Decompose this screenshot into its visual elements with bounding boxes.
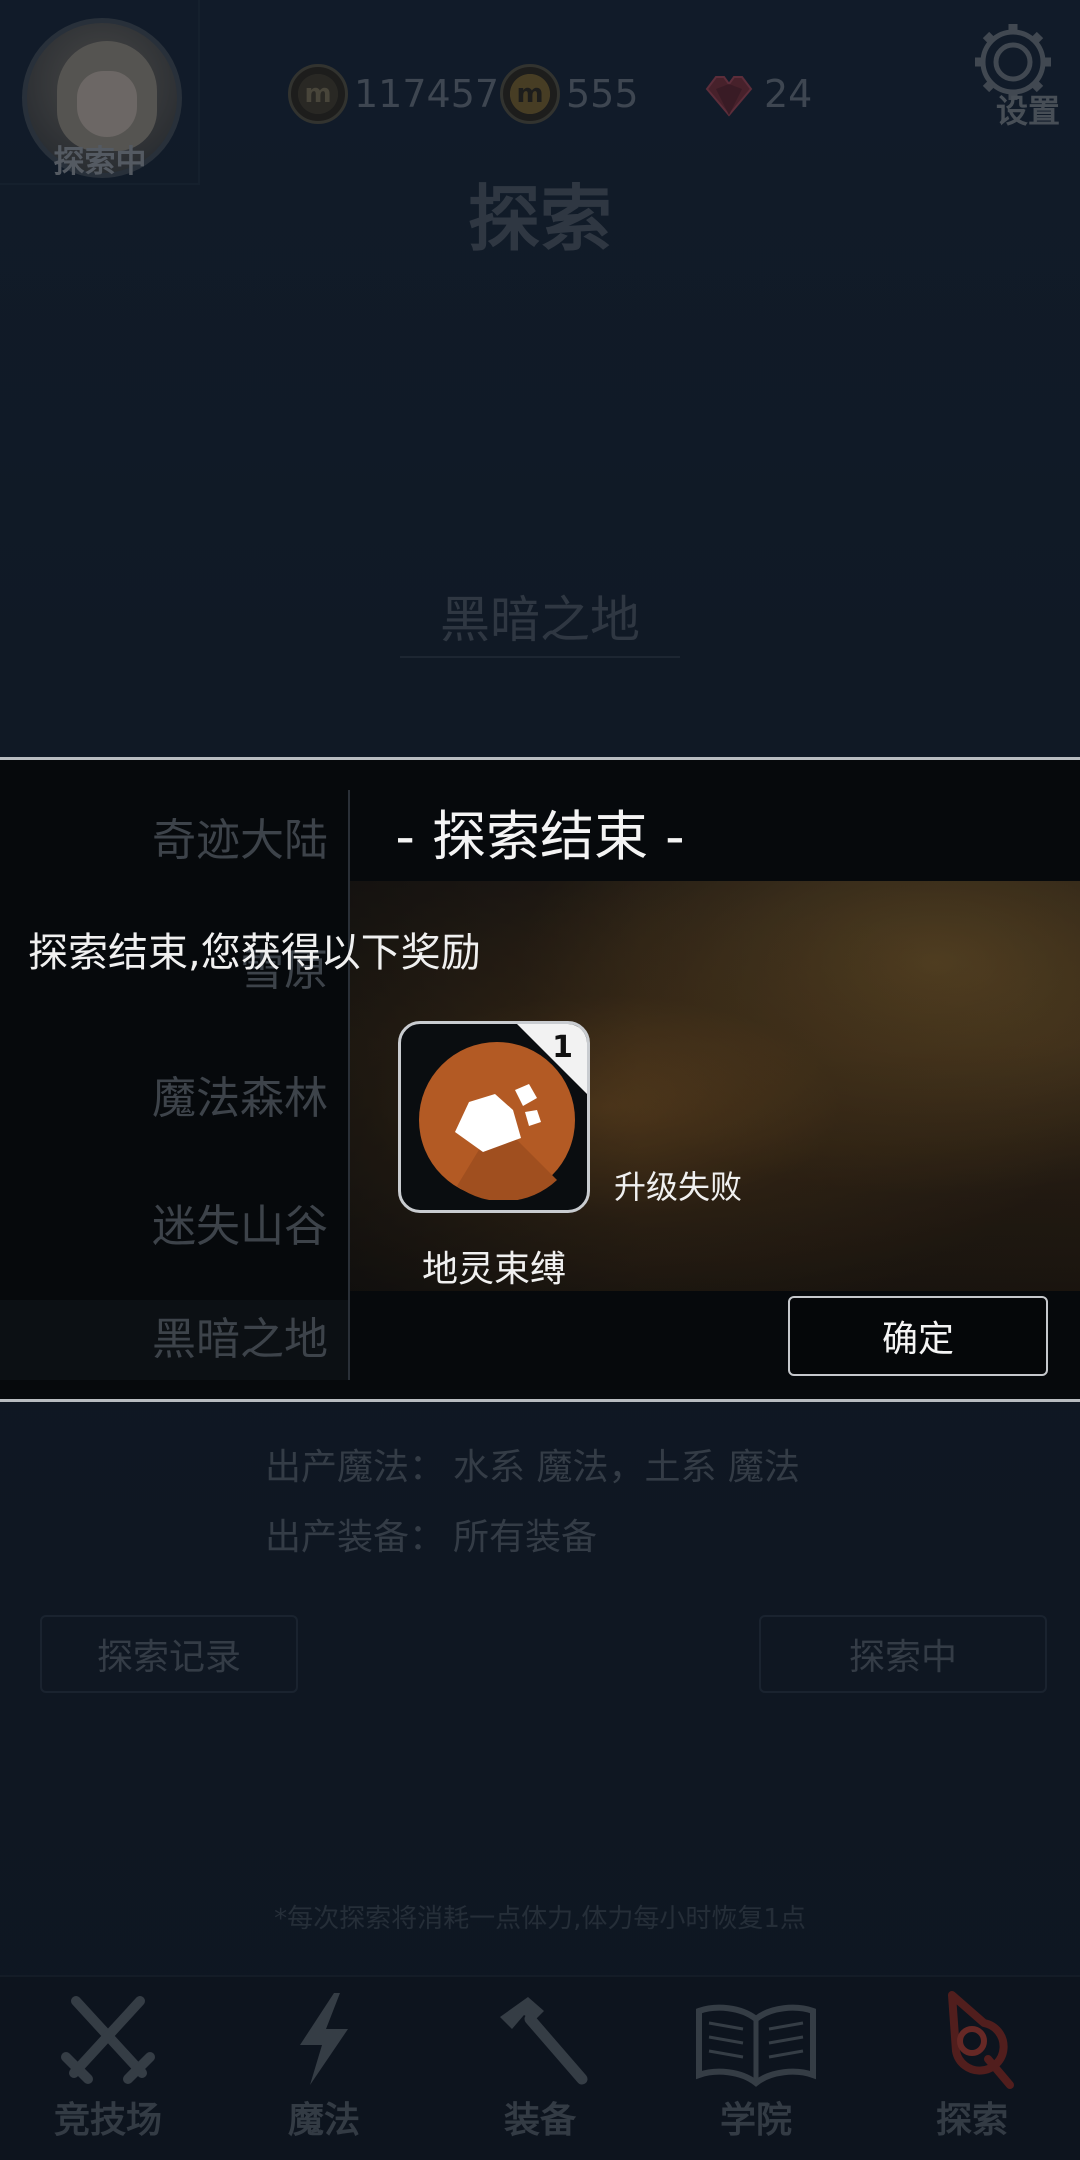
reward-item-card[interactable]: 1 [398, 1021, 590, 1213]
dialog-message: 探索结束,您获得以下奖励 [28, 930, 481, 976]
region-list-item: 迷失山谷 [152, 1201, 328, 1252]
reward-count-badge: 1 [552, 1030, 573, 1065]
reward-status-text: 升级失败 [614, 1168, 743, 1206]
dialog-title: - 探索结束 - [395, 805, 685, 868]
reward-item-name: 地灵束缚 [421, 1249, 566, 1290]
confirm-button[interactable]: 确定 [788, 1296, 1048, 1376]
region-list-item: 魔法森林 [152, 1073, 328, 1124]
region-list-item-active: 黑暗之地 [0, 1300, 348, 1380]
region-list: 奇迹大陆 雪原 魔法森林 迷失山谷 黑暗之地 [0, 790, 350, 1380]
explore-result-dialog: 奇迹大陆 雪原 魔法森林 迷失山谷 黑暗之地 - 探索结束 - 探索结束,您获得… [0, 757, 1080, 1402]
